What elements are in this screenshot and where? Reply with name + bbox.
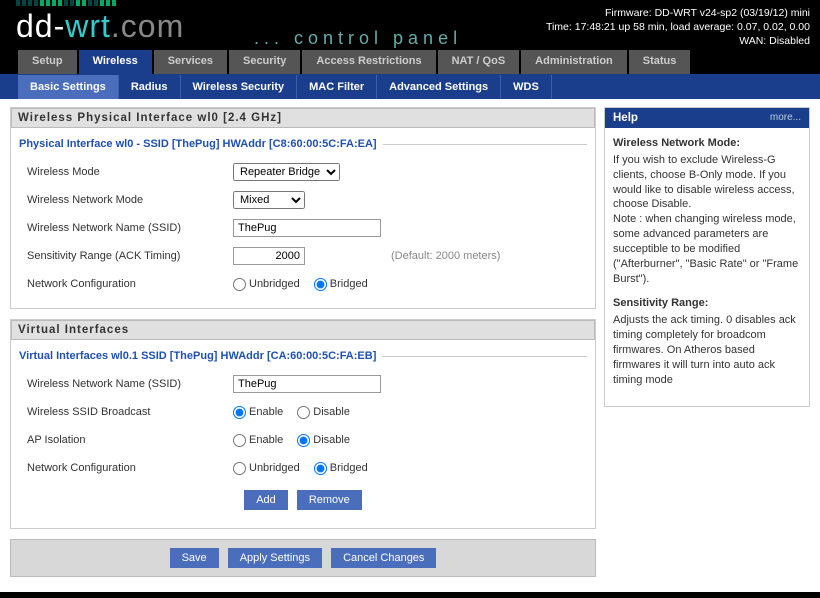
physical-interface-box: Wireless Physical Interface wl0 [2.4 GHz… (10, 107, 596, 309)
box-title: Wireless Physical Interface wl0 [2.4 GHz… (11, 108, 595, 128)
status-block: Firmware: DD-WRT v24-sp2 (03/19/12) mini… (546, 6, 810, 49)
wan-text: WAN: Disabled (546, 34, 810, 48)
subtab-mac-filter[interactable]: MAC Filter (297, 75, 377, 99)
bridged-radio[interactable] (314, 278, 327, 291)
help-title: Help (613, 112, 638, 124)
virtual-bridged-radio[interactable] (314, 462, 327, 475)
apply-settings-button[interactable]: Apply Settings (228, 548, 322, 568)
subtab-advanced-settings[interactable]: Advanced Settings (377, 75, 501, 99)
subtitle: ... control panel (254, 28, 462, 49)
help-heading-1: Wireless Network Mode: (613, 136, 801, 151)
ssid-input[interactable] (233, 219, 381, 237)
label-network-mode: Wireless Network Mode (27, 194, 233, 206)
main-tabs: Setup Wireless Services Security Access … (0, 50, 820, 74)
tab-services[interactable]: Services (154, 50, 227, 74)
label-vssid: Wireless Network Name (SSID) (27, 378, 233, 390)
subtab-basic-settings[interactable]: Basic Settings (18, 75, 119, 99)
logo: dd-wrt.com (16, 0, 184, 45)
add-button[interactable]: Add (244, 490, 288, 510)
sensitivity-input[interactable] (233, 247, 305, 265)
tab-setup[interactable]: Setup (18, 50, 77, 74)
broadcast-disable-radio[interactable] (297, 406, 310, 419)
subtab-radius[interactable]: Radius (119, 75, 181, 99)
unbridged-radio[interactable] (233, 278, 246, 291)
help-heading-2: Sensitivity Range: (613, 296, 801, 311)
virtual-unbridged-radio[interactable] (233, 462, 246, 475)
subtab-wireless-security[interactable]: Wireless Security (181, 75, 298, 99)
label-wireless-mode: Wireless Mode (27, 166, 233, 178)
help-note: Note : when changing wireless mode, some… (613, 213, 798, 284)
subtab-wds[interactable]: WDS (501, 75, 552, 99)
label-sensitivity: Sensitivity Range (ACK Timing) (27, 250, 233, 262)
sub-tabs: Basic Settings Radius Wireless Security … (0, 74, 820, 99)
label-ssid: Wireless Network Name (SSID) (27, 222, 233, 234)
physical-section-header: Physical Interface wl0 - SSID [ThePug] H… (19, 138, 587, 150)
help-panel: Help more... Wireless Network Mode: If y… (604, 107, 810, 407)
virtual-section-header: Virtual Interfaces wl0.1 SSID [ThePug] H… (19, 350, 587, 362)
tab-wireless[interactable]: Wireless (79, 50, 152, 74)
tab-security[interactable]: Security (229, 50, 300, 74)
sensitivity-hint: (Default: 2000 meters) (391, 250, 500, 262)
label-netconf: Network Configuration (27, 278, 233, 290)
tab-status[interactable]: Status (629, 50, 691, 74)
firmware-text: Firmware: DD-WRT v24-sp2 (03/19/12) mini (546, 6, 810, 20)
virtual-interfaces-box: Virtual Interfaces Virtual Interfaces wl… (10, 319, 596, 529)
box-title: Virtual Interfaces (11, 320, 595, 340)
remove-button[interactable]: Remove (297, 490, 362, 510)
apiso-disable-radio[interactable] (297, 434, 310, 447)
virtual-ssid-input[interactable] (233, 375, 381, 393)
help-text-1: If you wish to exclude Wireless-G client… (613, 154, 795, 211)
network-mode-select[interactable]: Mixed (233, 191, 305, 209)
help-more-link[interactable]: more... (770, 112, 801, 124)
tab-access-restrictions[interactable]: Access Restrictions (302, 50, 435, 74)
time-text: Time: 17:48:21 up 58 min, load average: … (546, 20, 810, 34)
label-ap-iso: AP Isolation (27, 434, 233, 446)
apiso-enable-radio[interactable] (233, 434, 246, 447)
tab-nat-qos[interactable]: NAT / QoS (438, 50, 520, 74)
action-bar: Save Apply Settings Cancel Changes (10, 539, 596, 577)
tab-administration[interactable]: Administration (521, 50, 627, 74)
wireless-mode-select[interactable]: Repeater Bridge (233, 163, 340, 181)
cancel-changes-button[interactable]: Cancel Changes (331, 548, 436, 568)
label-broadcast: Wireless SSID Broadcast (27, 406, 233, 418)
help-text-2: Adjusts the ack timing. 0 disables ack t… (613, 313, 801, 387)
label-vnetconf: Network Configuration (27, 462, 233, 474)
broadcast-enable-radio[interactable] (233, 406, 246, 419)
save-button[interactable]: Save (170, 548, 219, 568)
